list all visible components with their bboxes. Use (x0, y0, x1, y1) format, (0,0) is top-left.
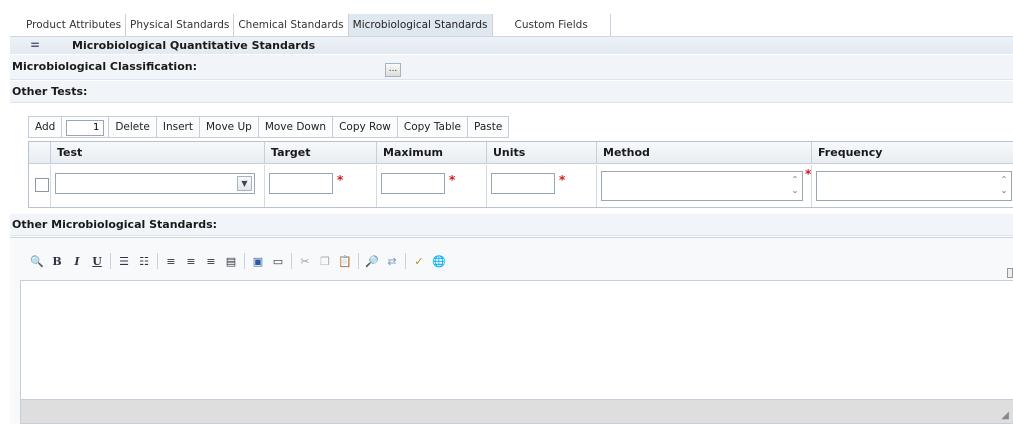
collapse-icon[interactable]: = (30, 37, 44, 53)
tab-custom-fields[interactable]: Custom Fields (493, 14, 611, 36)
units-cell: * (487, 165, 597, 207)
other-tests-row (10, 81, 1013, 103)
copy-table-button[interactable]: Copy Table (398, 117, 469, 137)
find-icon[interactable]: 🔎 (365, 254, 379, 268)
required-marker: * (337, 173, 344, 187)
spellcheck-icon[interactable]: ✓ (412, 254, 426, 268)
horizontal-rule-icon[interactable]: ▭ (271, 254, 285, 268)
required-marker: * (559, 173, 566, 187)
editor-status-bar: ◢ (20, 400, 1013, 424)
align-left-icon[interactable]: ≡ (164, 254, 178, 268)
column-header-test: Test (51, 142, 265, 164)
replace-icon[interactable]: ⇄ (385, 254, 399, 268)
link-icon[interactable]: 🌐 (432, 254, 446, 268)
column-header-maximum: Maximum (377, 142, 487, 164)
bold-icon[interactable]: B (50, 254, 64, 268)
copy-row-button[interactable]: Copy Row (333, 117, 398, 137)
select-column-header (29, 142, 51, 164)
tab-microbiological-standards[interactable]: Microbiological Standards (348, 14, 493, 36)
other-standards-label: Other Microbiological Standards: (12, 218, 218, 231)
tab-bar: Product Attributes Physical Standards Ch… (22, 14, 611, 36)
spinner-icon[interactable]: ⌃ ⌄ (999, 174, 1009, 198)
row-count-input[interactable] (66, 119, 105, 136)
section-header: = Microbiological Quantitative Standards (10, 36, 1013, 54)
tests-grid: Test Target Maximum Units Method Frequen… (28, 141, 1013, 208)
tab-chemical-standards[interactable]: Chemical Standards (234, 14, 349, 36)
delete-button[interactable]: Delete (109, 117, 157, 137)
italic-icon[interactable]: I (70, 254, 84, 268)
column-header-frequency: Frequency (812, 142, 1013, 164)
column-header-target: Target (265, 142, 377, 164)
toolbar-separator (405, 253, 406, 269)
table-row (29, 165, 51, 207)
move-down-button[interactable]: Move Down (259, 117, 334, 137)
underline-icon[interactable]: U (90, 254, 104, 268)
maximum-cell: * (377, 165, 487, 207)
method-cell: ⌃ ⌄ * (597, 165, 812, 207)
grid-toolbar: Add Delete Insert Move Up Move Down Copy… (28, 116, 510, 138)
frequency-textarea[interactable]: ⌃ ⌄ (816, 171, 1012, 201)
units-input[interactable] (491, 173, 555, 194)
resize-grip-icon[interactable]: ◢ (1001, 410, 1009, 421)
required-marker: * (805, 167, 812, 181)
test-cell: ▼ (51, 165, 265, 207)
target-input[interactable] (269, 173, 333, 194)
toolbar-separator (291, 253, 292, 269)
test-select[interactable]: ▼ (55, 173, 255, 194)
paste-icon[interactable]: 📋 (338, 254, 352, 268)
column-header-method: Method (597, 142, 812, 164)
ordered-list-icon[interactable]: ☰ (117, 254, 131, 268)
toolbar-separator (157, 253, 158, 269)
target-cell: * (265, 165, 377, 207)
editor-text-area[interactable] (20, 280, 1013, 400)
row-select-checkbox[interactable] (35, 178, 49, 192)
editor-toolbar: 🔍 B I U ☰ ☷ ≡ ≡ ≡ ▤ ▣ ▭ ✂ ❐ 📋 🔎 ⇄ ✓ 🌐 (20, 246, 1013, 276)
preview-icon[interactable]: 🔍 (30, 254, 44, 268)
unordered-list-icon[interactable]: ☷ (137, 254, 151, 268)
column-header-units: Units (487, 142, 597, 164)
frequency-cell: ⌃ ⌄ (812, 165, 1013, 207)
rich-text-editor: 🔍 B I U ☰ ☷ ≡ ≡ ≡ ▤ ▣ ▭ ✂ ❐ 📋 🔎 ⇄ ✓ 🌐 ◢ (10, 237, 1013, 424)
align-center-icon[interactable]: ≡ (184, 254, 198, 268)
paste-button[interactable]: Paste (468, 117, 508, 137)
toolbar-separator (110, 253, 111, 269)
add-button[interactable]: Add (29, 117, 63, 137)
classification-label: Microbiological Classification: (12, 60, 197, 73)
tab-product-attributes[interactable]: Product Attributes (22, 14, 127, 36)
toolbar-separator (244, 253, 245, 269)
cut-icon[interactable]: ✂ (298, 254, 312, 268)
classification-lookup-button[interactable]: ... (385, 63, 401, 77)
maximum-input[interactable] (381, 173, 445, 194)
required-marker: * (449, 173, 456, 187)
table-icon[interactable]: ▣ (251, 254, 265, 268)
copy-icon[interactable]: ❐ (318, 254, 332, 268)
move-up-button[interactable]: Move Up (200, 117, 259, 137)
method-textarea[interactable]: ⌃ ⌄ (601, 171, 803, 201)
section-title: Microbiological Quantitative Standards (72, 39, 316, 52)
row-count-cell (62, 117, 110, 137)
tab-physical-standards[interactable]: Physical Standards (126, 14, 235, 36)
align-right-icon[interactable]: ≡ (204, 254, 218, 268)
spinner-icon[interactable]: ⌃ ⌄ (790, 174, 800, 198)
chevron-down-icon[interactable]: ▼ (237, 176, 252, 191)
other-tests-label: Other Tests: (12, 85, 88, 98)
toolbar-separator (358, 253, 359, 269)
justify-icon[interactable]: ▤ (224, 254, 238, 268)
expand-handle[interactable] (1007, 268, 1013, 278)
insert-button[interactable]: Insert (157, 117, 200, 137)
